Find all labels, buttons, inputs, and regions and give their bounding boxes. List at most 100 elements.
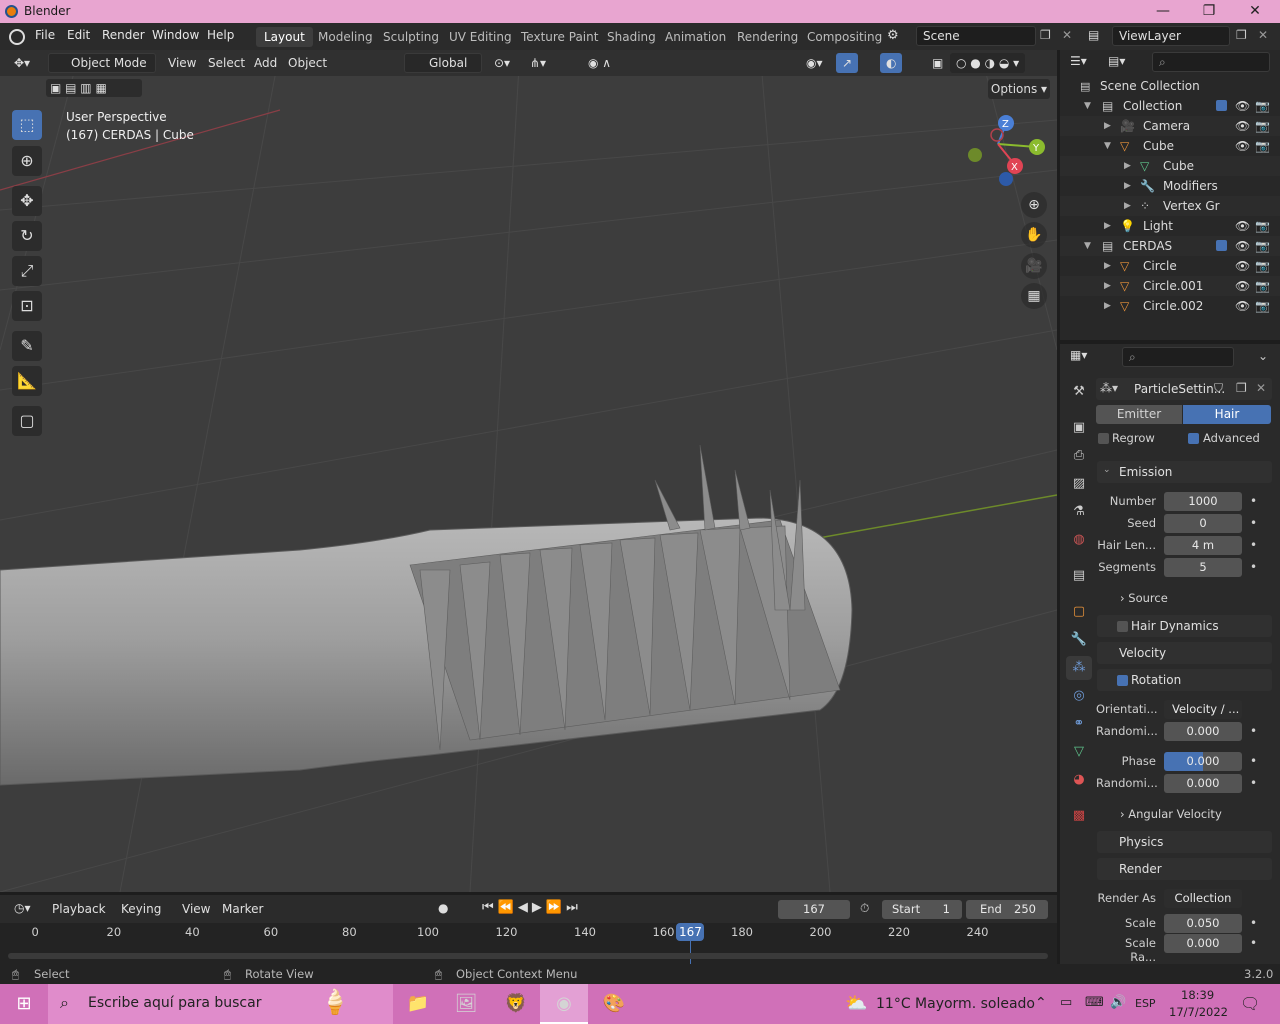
tab-sculpting[interactable]: Sculpting [375, 27, 447, 47]
outliner-row-camera[interactable]: ▶ 🎥 Camera 👁 📷 [1060, 116, 1280, 136]
random2-field[interactable]: 0.000 [1164, 774, 1242, 793]
menu-window[interactable]: Window [152, 28, 199, 42]
outliner-row-light[interactable]: ▶ 💡 Light 👁 📷 [1060, 216, 1280, 236]
keyframe-dot-icon[interactable]: • [1250, 754, 1257, 768]
scene-collection-row[interactable]: Scene Collection [1060, 76, 1280, 96]
keyframe-dot-icon[interactable]: • [1250, 538, 1257, 552]
view-layer-field[interactable]: ViewLayer [1112, 26, 1230, 46]
emitter-button[interactable]: Emitter [1096, 405, 1182, 424]
hair-dynamics-checkbox[interactable] [1117, 621, 1128, 632]
rotate-tool-icon[interactable]: ↻ [12, 221, 42, 251]
expand-icon[interactable]: ▶ [1104, 276, 1111, 296]
scale-field[interactable]: 0.050 [1164, 914, 1242, 933]
snap-icon[interactable]: ⋔▾ [524, 53, 552, 73]
collection-tab-icon[interactable]: ▤ [1066, 564, 1092, 588]
ortho-toggle-icon[interactable]: ▦ [1021, 283, 1047, 309]
physics-tab-icon[interactable]: ◎ [1066, 684, 1092, 708]
keying-menu[interactable]: Keying [115, 899, 167, 919]
camera-render-icon[interactable]: 📷 [1255, 216, 1270, 236]
menu-render[interactable]: Render [102, 28, 145, 42]
weather-text[interactable]: 11°C Mayorm. soleado [876, 996, 1035, 1012]
outliner-row-modifiers[interactable]: ▶ 🔧 Modifiers [1060, 176, 1280, 196]
outliner-row-circle-002[interactable]: ▶ ▽ Circle.002 👁 📷 [1060, 296, 1280, 316]
eye-icon[interactable]: 👁 [1235, 256, 1250, 276]
start-field[interactable]: Start 1 [882, 900, 962, 919]
menu-object[interactable]: Object [282, 53, 333, 73]
outliner-editor-icon[interactable]: ☰▾ [1070, 54, 1087, 68]
menu-select[interactable]: Select [202, 53, 251, 73]
source-subpanel[interactable]: › Source [1120, 591, 1168, 605]
outliner-row-collection[interactable]: ▼ ▤ Collection 👁 📷 [1060, 96, 1280, 116]
pan-hand-icon[interactable]: ✋ [1021, 222, 1047, 248]
camera-render-icon[interactable]: 📷 [1255, 136, 1270, 156]
playhead[interactable]: 167 [676, 923, 705, 941]
options-dropdown[interactable]: Options ▾ [988, 79, 1050, 99]
duplicate-icon[interactable]: ❐ [1236, 381, 1247, 395]
navigation-gizmo[interactable]: Z Y X [960, 110, 1050, 190]
scale-tool-icon[interactable]: ⤢ [12, 256, 42, 286]
modifier-tab-icon[interactable]: 🔧 [1066, 628, 1092, 652]
regrow-checkbox[interactable] [1098, 433, 1109, 444]
camera-render-icon[interactable]: 📷 [1255, 276, 1270, 296]
include-checkbox[interactable] [1216, 240, 1227, 251]
tray-device-icon[interactable]: ▭ [1060, 995, 1072, 1010]
zoom-icon[interactable]: ⊕ [1021, 192, 1047, 218]
outliner-row-cube[interactable]: ▼ ▽ Cube 👁 📷 [1060, 136, 1280, 156]
blender-menu-icon[interactable] [9, 29, 25, 45]
transform-orientation-dropdown[interactable]: Global [404, 53, 482, 73]
keyframe-dot-icon[interactable]: • [1250, 724, 1257, 738]
timeline-track[interactable]: 0 20 40 60 80 100 120 140 160 180 200 220 240 167 [0, 923, 1057, 965]
new-view-layer-icon[interactable]: ❐ [1236, 28, 1247, 42]
output-tab-icon[interactable]: ⎙ [1066, 444, 1092, 468]
tab-rendering[interactable]: Rendering [729, 27, 806, 47]
particle-settings-icon[interactable]: ⁂▾ [1100, 381, 1118, 395]
orientation-dropdown[interactable]: Velocity / ... [1164, 700, 1242, 719]
hair-length-field[interactable]: 4 m [1164, 536, 1242, 555]
tab-compositing[interactable]: Compositing [799, 27, 890, 47]
outliner-row-circle[interactable]: ▶ ▽ Circle 👁 📷 [1060, 256, 1280, 276]
proportional-edit-icon[interactable]: ◉ ∧ [582, 53, 617, 73]
playback-menu[interactable]: Playback [46, 899, 112, 919]
scene-icon[interactable]: ⚙ [887, 28, 899, 43]
remove-scene-icon[interactable]: ✕ [1062, 28, 1072, 42]
eye-icon[interactable]: 👁 [1235, 116, 1250, 136]
remove-view-layer-icon[interactable]: ✕ [1258, 28, 1268, 42]
scene-tab-icon[interactable]: ⚗ [1066, 500, 1092, 524]
expand-icon[interactable]: ▶ [1104, 216, 1111, 236]
xray-icon[interactable]: ▣ [926, 53, 949, 73]
timeline-view-menu[interactable]: View [176, 899, 216, 919]
notifications-icon[interactable]: 🗨 [1240, 994, 1260, 1013]
include-checkbox[interactable] [1216, 100, 1227, 111]
menu-add[interactable]: Add [248, 53, 283, 73]
gizmo-toggle-icon[interactable]: ↗ [836, 53, 859, 73]
number-field[interactable]: 1000 [1164, 492, 1242, 511]
tab-shading[interactable]: Shading [599, 27, 664, 47]
render-panel-header[interactable]: Render [1097, 858, 1272, 880]
tab-animation[interactable]: Animation [657, 27, 734, 47]
properties-editor-icon[interactable]: ▦▾ [1070, 348, 1087, 362]
hair-button[interactable]: Hair [1183, 405, 1271, 424]
keyframe-dot-icon[interactable]: • [1250, 936, 1257, 950]
scale-random-field[interactable]: 0.000 [1164, 934, 1242, 953]
expand-icon[interactable]: ▼ [1104, 136, 1111, 156]
add-cube-tool-icon[interactable]: ▢ [12, 406, 42, 436]
velocity-panel-header[interactable]: Velocity [1097, 642, 1272, 664]
camera-render-icon[interactable]: 📷 [1255, 256, 1270, 276]
advanced-checkbox[interactable] [1188, 433, 1199, 444]
gizmo-neg-z-icon[interactable] [999, 172, 1013, 186]
mode-dropdown[interactable]: Object Mode [48, 53, 156, 73]
editor-type-icon[interactable]: ✥▾ [8, 53, 36, 73]
unlink-icon[interactable]: ✕ [1256, 381, 1266, 395]
photos-app-icon[interactable]: 🖼 [442, 984, 490, 1024]
outliner-row-cube-mesh[interactable]: ▶ ▽ Cube [1060, 156, 1280, 176]
expand-icon[interactable]: ▶ [1124, 156, 1131, 176]
camera-render-icon[interactable]: 📷 [1255, 116, 1270, 136]
expand-icon[interactable]: ▼ [1084, 96, 1091, 116]
outliner-row-cerdas[interactable]: ▼ ▤ CERDAS 👁 📷 [1060, 236, 1280, 256]
3d-viewport[interactable] [0, 50, 1057, 892]
camera-view-icon[interactable]: 🎥 [1021, 253, 1047, 279]
clock-date[interactable]: 17/7/2022 [1169, 1005, 1228, 1019]
expand-icon[interactable]: ▶ [1124, 176, 1131, 196]
move-tool-icon[interactable]: ✥ [12, 186, 42, 216]
maximize-button[interactable]: ❐ [1186, 0, 1232, 23]
